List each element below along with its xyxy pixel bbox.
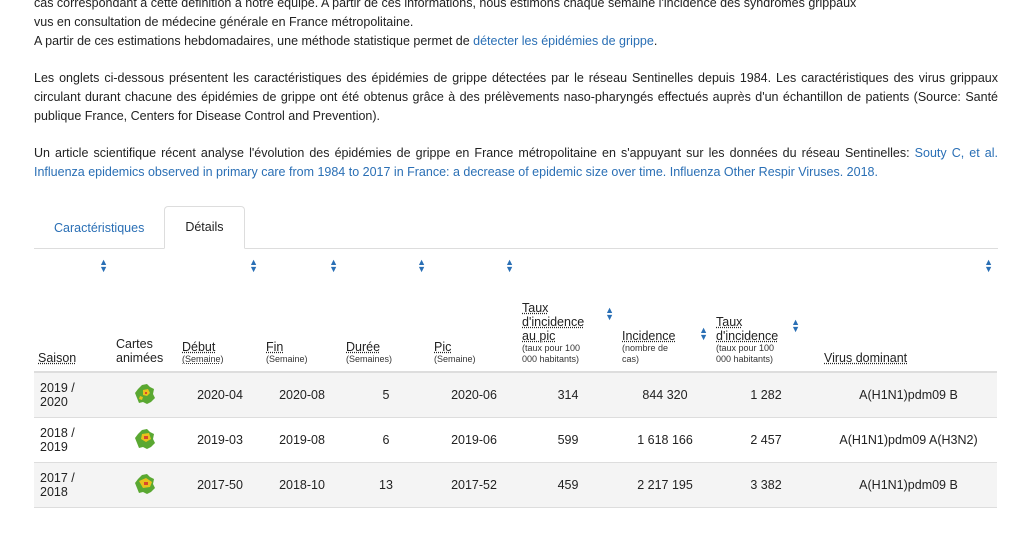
header-cartes: Cartes animées (112, 259, 178, 373)
cell-incidence: 1 618 166 (618, 417, 712, 463)
france-map-icon[interactable] (134, 383, 156, 405)
cell-fin: 2018-10 (262, 462, 342, 508)
header-fin[interactable]: ▲ ▼ Fin (Semaine) (262, 258, 342, 373)
sort-icon[interactable]: ▲ ▼ (984, 258, 993, 274)
header-incidence[interactable]: ▲ ▼ Incidence (nombre de cas) (618, 259, 712, 373)
cell-debut: 2020-04 (178, 372, 262, 418)
cell-taux-pic: 314 (518, 372, 618, 418)
main-content: cas correspondant à cette définition à n… (0, 0, 1032, 508)
cell-pic: 2017-52 (430, 462, 518, 508)
sort-icon[interactable]: ▲ ▼ (417, 258, 426, 274)
cell-taux-pic: 599 (518, 417, 618, 463)
header-debut-unit: (Semaine) (182, 354, 224, 364)
header-taux[interactable]: ▲ ▼ Taux d'incidence (taux pour 100 000 h… (712, 259, 820, 373)
intro-paragraph-1: cas correspondant à cette définition à n… (34, 0, 998, 51)
intro-p2-end: . (653, 34, 658, 48)
table-row: 2018 / 2019 2019-03 2019-08 6 2019-06 59… (34, 417, 997, 463)
cell-saison: 2019 / 2020 (34, 372, 112, 418)
header-debut[interactable]: ▲ ▼ Début (Semaine) (178, 258, 262, 373)
sort-icon[interactable]: ▲ ▼ (791, 318, 800, 334)
header-fin-unit: (Semaine) (266, 354, 308, 364)
cell-debut: 2019-03 (178, 417, 262, 463)
header-pic-label: Pic (434, 340, 452, 354)
header-incidence-unit: (nombre de cas) (622, 343, 669, 364)
cell-incidence: 2 217 195 (618, 462, 712, 508)
table-row: 2019 / 2020 2020-04 2020-08 5 2020-06 31… (34, 372, 997, 418)
tab-bar: Caractéristiques Détails (34, 206, 998, 249)
tab-details[interactable]: Détails (164, 206, 245, 249)
intro-section: cas correspondant à cette définition à n… (34, 0, 998, 182)
header-duree-unit: (Semaines) (346, 354, 393, 364)
header-taux-line-2: d'incidence (716, 329, 779, 343)
cell-map[interactable] (112, 417, 178, 463)
header-incidence-label: Incidence (622, 329, 676, 343)
cell-pic: 2020-06 (430, 372, 518, 418)
table-header-row: ▲ ▼ Saison Cartes animées ▲ ▼ Début (Semai… (34, 258, 997, 373)
header-fin-label: Fin (266, 340, 284, 354)
header-duree[interactable]: ▲ ▼ Durée (Semaines) (342, 258, 430, 373)
sort-icon[interactable]: ▲ ▼ (505, 258, 514, 274)
header-cartes-line-1: Cartes (116, 337, 153, 351)
header-taux-unit: (taux pour 100 000 habitants) (716, 343, 775, 364)
intro-line-2: vus en consultation de médecine générale… (34, 15, 414, 29)
header-virus-label: Virus dominant (824, 351, 908, 365)
header-taux-pic-line-1: Taux (522, 301, 549, 315)
cell-duree: 5 (342, 372, 430, 418)
header-taux-pic-line-3: au pic (522, 329, 556, 343)
header-debut-label: Début (182, 340, 216, 354)
header-taux-pic-line-2: d'incidence (522, 315, 585, 329)
cell-taux: 3 382 (712, 462, 820, 508)
header-pic-unit: (Semaine) (434, 354, 476, 364)
cell-debut: 2017-50 (178, 462, 262, 508)
france-map-icon[interactable] (134, 428, 156, 450)
header-pic[interactable]: ▲ ▼ Pic (Semaine) (430, 258, 518, 373)
sort-icon[interactable]: ▲ ▼ (605, 306, 614, 322)
table-row: 2017 / 2018 2017-50 2018-10 13 2017-52 4… (34, 462, 997, 508)
intro-p4-text: Un article scientifique récent analyse l… (34, 146, 915, 160)
sort-icon[interactable]: ▲ ▼ (699, 326, 708, 342)
header-saison[interactable]: ▲ ▼ Saison (34, 258, 112, 373)
cell-taux-pic: 459 (518, 462, 618, 508)
sort-icon[interactable]: ▲ ▼ (249, 258, 258, 274)
intro-p2-text: A partir de ces estimations hebdomadaire… (34, 34, 474, 48)
sort-icon[interactable]: ▲ ▼ (99, 258, 108, 274)
cell-fin: 2020-08 (262, 372, 342, 418)
intro-line-1: cas correspondant à cette définition à n… (34, 0, 857, 10)
intro-paragraph-4: Un article scientifique récent analyse l… (34, 144, 998, 182)
epidemics-table: ▲ ▼ Saison Cartes animées ▲ ▼ Début (Semai… (34, 258, 997, 508)
cell-incidence: 844 320 (618, 372, 712, 418)
intro-paragraph-3: Les onglets ci-dessous présentent les ca… (34, 71, 998, 123)
header-taux-line-1: Taux (716, 315, 743, 329)
cell-virus: A(H1N1)pdm09 A(H3N2) (820, 417, 997, 463)
sort-icon[interactable]: ▲ ▼ (329, 258, 338, 274)
cell-duree: 6 (342, 417, 430, 463)
france-map-icon[interactable] (134, 473, 156, 495)
cell-saison: 2017 / 2018 (34, 462, 112, 508)
cell-fin: 2019-08 (262, 417, 342, 463)
header-virus[interactable]: ▲ ▼ Virus dominant (820, 258, 997, 373)
tab-caracteristiques[interactable]: Caractéristiques (34, 208, 164, 248)
header-duree-label: Durée (346, 340, 381, 354)
header-taux-pic-unit: (taux pour 100 000 habitants) (522, 343, 581, 364)
header-saison-label: Saison (38, 351, 77, 365)
cell-pic: 2019-06 (430, 417, 518, 463)
cell-virus: A(H1N1)pdm09 B (820, 462, 997, 508)
header-cartes-line-2: animées (116, 351, 164, 365)
cell-duree: 13 (342, 462, 430, 508)
cell-virus: A(H1N1)pdm09 B (820, 372, 997, 418)
cell-saison: 2018 / 2019 (34, 417, 112, 463)
header-taux-pic[interactable]: ▲ ▼ Taux d'incidence au pic (taux pour 10… (518, 259, 618, 373)
detect-epidemics-link[interactable]: détecter les épidémies de grippe (473, 34, 654, 48)
cell-taux: 2 457 (712, 417, 820, 463)
cell-map[interactable] (112, 462, 178, 508)
cell-map[interactable] (112, 372, 178, 418)
cell-taux: 1 282 (712, 372, 820, 418)
